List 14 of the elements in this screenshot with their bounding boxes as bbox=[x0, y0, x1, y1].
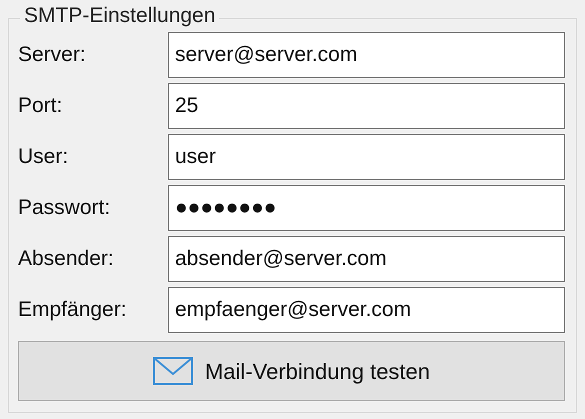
input-field[interactable]: server@server.com bbox=[168, 32, 565, 78]
field-label: User: bbox=[18, 144, 70, 170]
field-label: Server: bbox=[18, 42, 87, 68]
input-field[interactable]: absender@server.com bbox=[168, 236, 565, 282]
field-label: Absender: bbox=[18, 246, 115, 272]
input-field[interactable]: user bbox=[168, 134, 565, 180]
envelope-icon bbox=[152, 357, 193, 385]
input-field[interactable]: empfaenger@server.com bbox=[168, 287, 565, 333]
field-label: Empfänger: bbox=[18, 297, 128, 324]
field-label: Port: bbox=[18, 93, 64, 120]
input-field[interactable]: 25 bbox=[168, 83, 565, 129]
test-mail-button[interactable]: Mail-Verbindung testen bbox=[18, 341, 565, 401]
input-field[interactable]: ●●●●●●●● bbox=[168, 185, 565, 231]
field-label: Passwort: bbox=[18, 195, 112, 222]
